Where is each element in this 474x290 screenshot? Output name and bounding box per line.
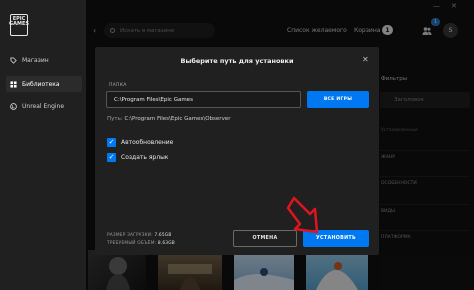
- install-path: Путь: C:\Program Files\Epic Games\Observ…: [107, 116, 230, 122]
- sidebar-item-store[interactable]: Магазин: [6, 52, 82, 68]
- download-size-value: 7.65GB: [154, 233, 172, 238]
- download-size-label: РАЗМЕР ЗАГРУЗКИ:: [107, 233, 153, 238]
- checkbox-label: Создать ярлык: [121, 154, 169, 161]
- auto-update-checkbox[interactable]: ✓: [107, 138, 116, 147]
- sidebar-item-label: Магазин: [22, 56, 49, 64]
- required-space: ТРЕБУЕМЫЙ ОБЪЁМ: 8.63GB: [107, 241, 175, 246]
- install-folder-value: C:\Program Files\Epic Games: [114, 96, 193, 103]
- annotation-arrow-icon: [286, 196, 319, 234]
- download-size: РАЗМЕР ЗАГРУЗКИ: 7.65GB: [107, 233, 171, 238]
- path-label: Путь:: [107, 116, 123, 122]
- unreal-icon: [10, 102, 17, 110]
- auto-update-option[interactable]: ✓ Автообновление: [107, 138, 173, 147]
- browse-button[interactable]: ВСЕ ИГРЫ: [307, 91, 369, 108]
- create-shortcut-checkbox[interactable]: ✓: [107, 153, 116, 162]
- sidebar-item-library[interactable]: Библиотека: [6, 76, 82, 92]
- create-shortcut-option[interactable]: ✓ Создать ярлык: [107, 153, 168, 162]
- grid-icon: [10, 80, 17, 88]
- path-value: C:\Program Files\Epic Games\Observer: [124, 116, 231, 122]
- logo-text: EPIC GAMES: [9, 16, 29, 27]
- sidebar-item-label: Библиотека: [22, 80, 60, 88]
- checkbox-label: Автообновление: [121, 139, 174, 146]
- sidebar: EPIC GAMES Магазин Библиотека Unreal Eng…: [0, 0, 86, 290]
- required-space-label: ТРЕБУЕМЫЙ ОБЪЁМ:: [107, 241, 157, 246]
- required-space-value: 8.63GB: [157, 241, 175, 246]
- epic-logo-icon[interactable]: EPIC GAMES: [9, 14, 29, 36]
- tag-icon: [10, 56, 17, 64]
- close-icon[interactable]: ✕: [362, 55, 369, 64]
- epic-games-launcher: EPIC GAMES Магазин Библиотека Unreal Eng…: [0, 0, 474, 290]
- install-folder-input[interactable]: C:\Program Files\Epic Games: [106, 91, 301, 108]
- sidebar-item-label: Unreal Engine: [22, 102, 65, 110]
- sidebar-item-unreal[interactable]: Unreal Engine: [6, 98, 82, 114]
- dialog-title: Выберите путь для установки: [180, 57, 294, 65]
- install-path-dialog: Выберите путь для установки ✕ ПАПКА C:\P…: [95, 47, 379, 255]
- folder-label: ПАПКА: [109, 83, 127, 88]
